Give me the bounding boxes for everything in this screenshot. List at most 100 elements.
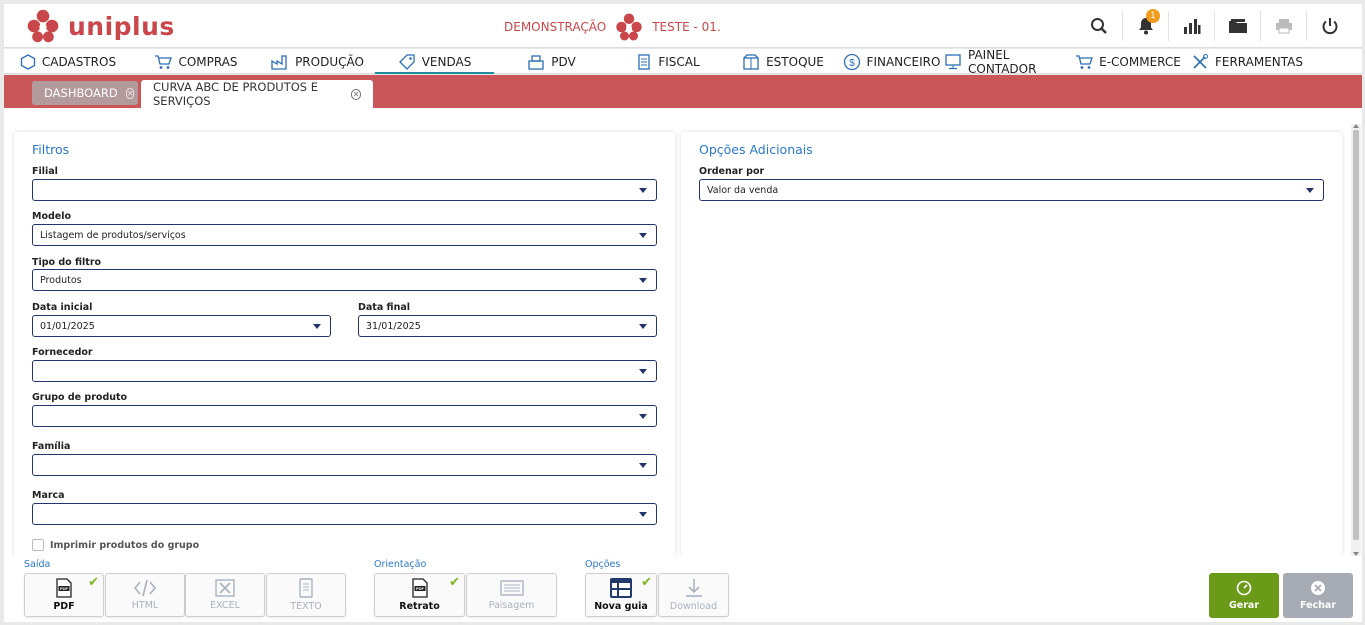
- close-tab-icon[interactable]: ✕: [125, 87, 135, 99]
- imprimir-grupo-checkbox[interactable]: [32, 539, 44, 551]
- pdf-button[interactable]: PDF PDF ✔: [24, 573, 104, 617]
- menu-fiscal[interactable]: FISCAL: [609, 49, 727, 74]
- fornecedor-select[interactable]: [32, 360, 657, 382]
- flower-icon: [616, 13, 642, 41]
- pdf-icon: PDF: [56, 578, 72, 598]
- dropdown-arrow-icon: [639, 414, 647, 419]
- search-button[interactable]: [1076, 11, 1122, 41]
- company-label: TESTE - 01.: [652, 20, 721, 34]
- tag-icon: [398, 53, 415, 70]
- fechar-button[interactable]: Fechar: [1283, 573, 1353, 618]
- tab-label: DASHBOARD: [44, 86, 118, 100]
- tab-dashboard[interactable]: DASHBOARD ✕: [32, 81, 138, 105]
- saida-label: Saída: [24, 559, 51, 570]
- monitor-icon: [945, 53, 961, 69]
- imprimir-grupo-label: Imprimir produtos do grupo: [50, 539, 200, 551]
- tab-bar: DASHBOARD ✕ CURVA ABC DE PRODUTOS E SERV…: [4, 75, 1362, 108]
- flower-logo-icon: [27, 9, 59, 43]
- menu-label: ESTOQUE: [766, 54, 824, 69]
- header-actions: 1: [1076, 4, 1352, 48]
- modelo-value: Listagem de produtos/serviços: [40, 229, 186, 241]
- svg-text:PDF: PDF: [60, 586, 69, 591]
- pdf-label: PDF: [53, 601, 75, 612]
- menu-label: PRODUÇÃO: [295, 54, 364, 69]
- download-button[interactable]: Download: [658, 573, 729, 617]
- data-inicial-label: Data inicial: [32, 302, 93, 313]
- check-icon: ✔: [449, 575, 460, 590]
- menu-label: PAINEL CONTADOR: [968, 47, 1037, 76]
- scroll-thumb[interactable]: [1353, 130, 1359, 540]
- grupo-label: Grupo de produto: [32, 392, 128, 403]
- box-icon: [743, 53, 759, 70]
- menu-compras[interactable]: COMPRAS: [132, 49, 260, 74]
- filial-label: Filial: [32, 166, 58, 177]
- paisagem-button[interactable]: Paisagem: [466, 573, 557, 617]
- html-button[interactable]: HTML: [105, 573, 185, 617]
- logout-button[interactable]: [1306, 11, 1352, 41]
- menu-label: E-COMMERCE: [1099, 54, 1181, 69]
- environment-label: DEMONSTRAÇÃO: [504, 20, 607, 34]
- modelo-label: Modelo: [32, 211, 72, 222]
- retrato-button[interactable]: PDF Retrato ✔: [374, 573, 465, 617]
- excel-button[interactable]: EXCEL: [185, 573, 265, 617]
- close-tab-icon[interactable]: ✕: [351, 88, 361, 100]
- dropdown-arrow-icon: [639, 512, 647, 517]
- scroll-up-icon[interactable]: [1353, 124, 1359, 128]
- tools-icon: [1193, 53, 1208, 69]
- brand-logo[interactable]: uniplus: [24, 8, 175, 44]
- marca-label: Marca: [32, 490, 65, 501]
- content-scrollbar[interactable]: [1351, 124, 1361, 556]
- texto-button[interactable]: TEXTO: [266, 573, 346, 617]
- ordenar-select[interactable]: Valor da venda: [699, 179, 1324, 201]
- menu-vendas[interactable]: VENDAS: [375, 49, 494, 74]
- marca-select[interactable]: [32, 503, 657, 525]
- download-icon: [685, 579, 702, 597]
- orientacao-label: Orientação: [374, 559, 427, 570]
- filial-select[interactable]: [32, 179, 657, 201]
- reports-button[interactable]: [1168, 11, 1214, 41]
- menu-producao[interactable]: PRODUÇÃO: [260, 49, 375, 74]
- svg-text:$: $: [849, 58, 855, 69]
- new-tab-icon: [610, 578, 632, 598]
- menu-financeiro[interactable]: $ FINANCEIRO: [839, 49, 944, 74]
- data-inicial-value: 01/01/2025: [40, 320, 95, 332]
- notification-badge: 1: [1146, 9, 1160, 23]
- tab-curva-abc[interactable]: CURVA ABC DE PRODUTOS E SERVIÇOS ✕: [141, 80, 373, 108]
- modelo-select[interactable]: Listagem de produtos/serviços: [32, 224, 657, 246]
- dropdown-arrow-icon: [639, 463, 647, 468]
- dropdown-arrow-icon: [639, 278, 647, 283]
- gerar-label: Gerar: [1228, 600, 1260, 611]
- report-toolbar: Saída PDF PDF ✔ HTML EXCEL TEXTO Orienta…: [4, 556, 1362, 622]
- svg-text:PDF: PDF: [416, 586, 425, 591]
- menu-label: CADASTROS: [41, 54, 117, 69]
- menu-ecommerce[interactable]: E-COMMERCE: [1074, 49, 1182, 74]
- filters-title: Filtros: [32, 142, 70, 157]
- nova-guia-button[interactable]: Nova guia ✔: [585, 573, 657, 617]
- print-button[interactable]: [1260, 11, 1306, 41]
- filters-panel: Filtros Filial Modelo Listagem de produt…: [14, 132, 675, 556]
- data-final-input[interactable]: 31/01/2025: [358, 315, 657, 337]
- check-icon: ✔: [641, 575, 652, 590]
- folder-button[interactable]: [1214, 11, 1260, 41]
- menu-pdv[interactable]: PDV: [494, 49, 609, 74]
- hexagon-icon: [20, 53, 36, 70]
- familia-select[interactable]: [32, 454, 657, 476]
- tab-label: CURVA ABC DE PRODUTOS E SERVIÇOS: [153, 80, 319, 108]
- grupo-select[interactable]: [32, 405, 657, 427]
- imprimir-grupo-option[interactable]: Imprimir produtos do grupo: [32, 539, 199, 551]
- options-title: Opções Adicionais: [699, 142, 813, 157]
- tipo-filtro-select[interactable]: Produtos: [32, 269, 657, 291]
- dropdown-arrow-icon: [639, 369, 647, 374]
- notifications-button[interactable]: 1: [1122, 9, 1168, 41]
- data-inicial-input[interactable]: 01/01/2025: [32, 315, 331, 337]
- menu-ferramentas[interactable]: FERRAMENTAS: [1182, 49, 1312, 74]
- download-label: Download: [669, 601, 718, 612]
- report-content: Filtros Filial Modelo Listagem de produt…: [4, 108, 1362, 556]
- gerar-button[interactable]: Gerar: [1209, 573, 1279, 618]
- excel-label: EXCEL: [210, 600, 240, 611]
- menu-estoque[interactable]: ESTOQUE: [727, 49, 839, 74]
- nova-guia-label: Nova guia: [594, 601, 648, 612]
- menu-cadastros[interactable]: CADASTROS: [4, 49, 132, 74]
- menu-label: FISCAL: [658, 54, 700, 69]
- menu-painel-contador[interactable]: PAINEL CONTADOR: [944, 47, 1074, 76]
